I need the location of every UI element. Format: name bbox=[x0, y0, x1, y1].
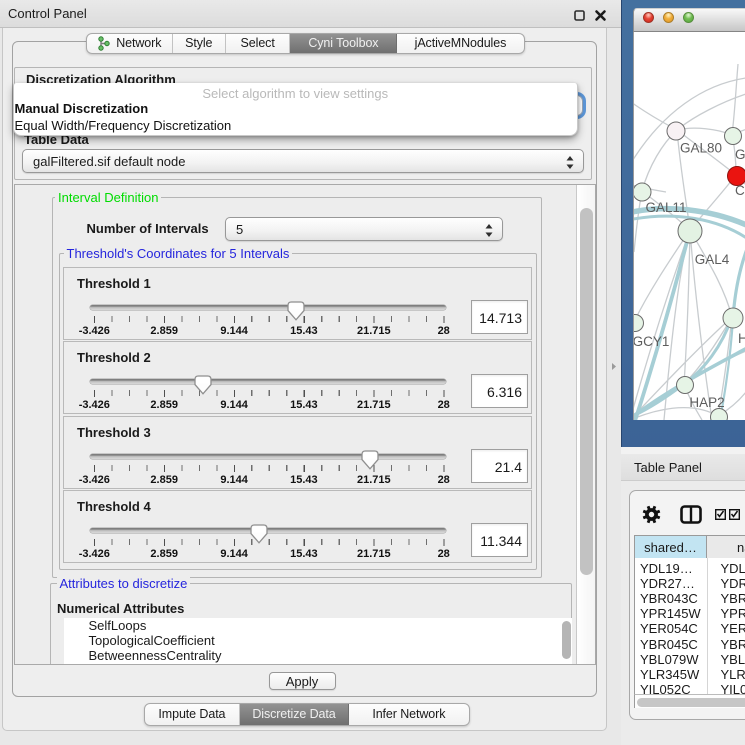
svg-text:GAL4: GAL4 bbox=[695, 252, 730, 267]
svg-text:GAL80: GAL80 bbox=[680, 141, 722, 156]
svg-text:C: C bbox=[735, 183, 745, 198]
svg-text:H: H bbox=[738, 331, 745, 346]
svg-text:GCY1: GCY1 bbox=[634, 334, 669, 349]
svg-text:HAP2: HAP2 bbox=[689, 395, 724, 410]
svg-text:GAL11: GAL11 bbox=[645, 200, 686, 215]
svg-text:GA: GA bbox=[735, 147, 745, 162]
